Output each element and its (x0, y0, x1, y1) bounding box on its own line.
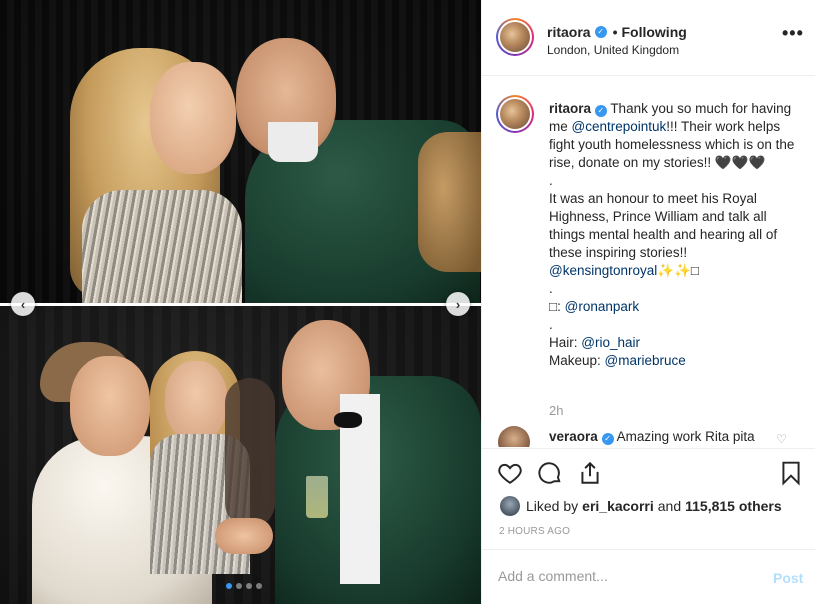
chevron-left-icon: ‹ (20, 296, 26, 312)
post-sidebar: ritaora ✓ • Following London, United Kin… (481, 0, 815, 604)
separator-dot: • (612, 24, 618, 40)
photo-bottom (0, 306, 481, 604)
instagram-post: ‹ › ritaora ✓ • Following London, United… (0, 0, 815, 604)
following-button[interactable]: Following (621, 24, 686, 40)
mention-link[interactable]: @ronanpark (565, 299, 640, 314)
mention-link[interactable]: @mariebruce (605, 353, 686, 368)
author-line: ritaora ✓ • Following (547, 24, 687, 40)
commenter-avatar[interactable] (498, 426, 530, 447)
comment-item: veraora ✓ Amazing work Rita pita ♡ (498, 426, 808, 447)
comment-button[interactable] (536, 459, 564, 487)
caption-text: ✨✨□ (657, 263, 700, 278)
more-options-icon[interactable]: ••• (782, 24, 804, 42)
comment-like-icon[interactable]: ♡ (776, 432, 787, 446)
post-actions (482, 448, 815, 498)
caption-text: . (549, 281, 553, 296)
caption-text: It was an honour to meet his Royal Highn… (549, 191, 778, 260)
caption-text: Makeup: (549, 353, 605, 368)
likes-prefix: Liked by (526, 498, 579, 514)
post-header: ritaora ✓ • Following London, United Kin… (482, 0, 815, 76)
carousel-prev-button[interactable]: ‹ (11, 292, 35, 316)
caption-text: □: (549, 299, 565, 314)
likes-count-link[interactable]: 115,815 others (685, 498, 782, 514)
add-comment-bar: Post (482, 549, 815, 604)
post-media[interactable]: ‹ › (0, 0, 481, 604)
carousel-dot (256, 583, 262, 589)
share-button[interactable] (576, 459, 604, 487)
share-icon (581, 461, 599, 484)
verified-badge-icon: ✓ (594, 26, 607, 38)
commenter-username[interactable]: veraora (549, 429, 598, 444)
caption-text: Hair: (549, 335, 582, 350)
caption-username[interactable]: ritaora (549, 101, 591, 116)
mention-link[interactable]: @centrepointuk (572, 119, 667, 134)
caption-time: 2h (549, 403, 564, 418)
photo-top (0, 0, 481, 303)
comment-input[interactable] (498, 568, 748, 584)
post-caption: ritaora ✓ Thank you so much for having m… (549, 100, 803, 370)
post-timestamp[interactable]: 2 HOURS AGO (499, 526, 570, 537)
post-comment-button[interactable]: Post (773, 570, 803, 586)
save-button[interactable] (777, 459, 805, 487)
comment-icon (538, 462, 561, 484)
carousel-next-button[interactable]: › (446, 292, 470, 316)
chevron-right-icon: › (455, 296, 461, 312)
caption-text: . (549, 317, 553, 332)
mention-link[interactable]: @kensingtonroyal (549, 263, 657, 278)
verified-badge-icon: ✓ (594, 105, 607, 117)
likes-joiner: and (657, 498, 682, 514)
verified-badge-icon: ✓ (601, 433, 614, 445)
carousel-indicator (226, 583, 262, 589)
comment-body: veraora ✓ Amazing work Rita pita (549, 429, 755, 445)
heart-icon (498, 463, 522, 484)
mention-link[interactable]: @rio_hair (581, 335, 640, 350)
comments-section[interactable]: ritaora ✓ Thank you so much for having m… (482, 77, 815, 447)
author-username[interactable]: ritaora (547, 24, 591, 40)
comment-text: Amazing work Rita pita (616, 429, 755, 444)
caption-avatar[interactable] (496, 95, 534, 133)
caption-text: . (549, 173, 553, 188)
like-button[interactable] (496, 459, 524, 487)
liker-avatar[interactable] (500, 496, 520, 516)
carousel-dot (226, 583, 232, 589)
bookmark-icon (782, 461, 800, 486)
author-avatar[interactable] (496, 18, 534, 56)
post-location[interactable]: London, United Kingdom (547, 43, 679, 57)
liker-username[interactable]: eri_kacorri (582, 498, 654, 514)
likes-summary: Liked by eri_kacorri and 115,815 others (500, 495, 782, 517)
carousel-dot (246, 583, 252, 589)
carousel-dot (236, 583, 242, 589)
